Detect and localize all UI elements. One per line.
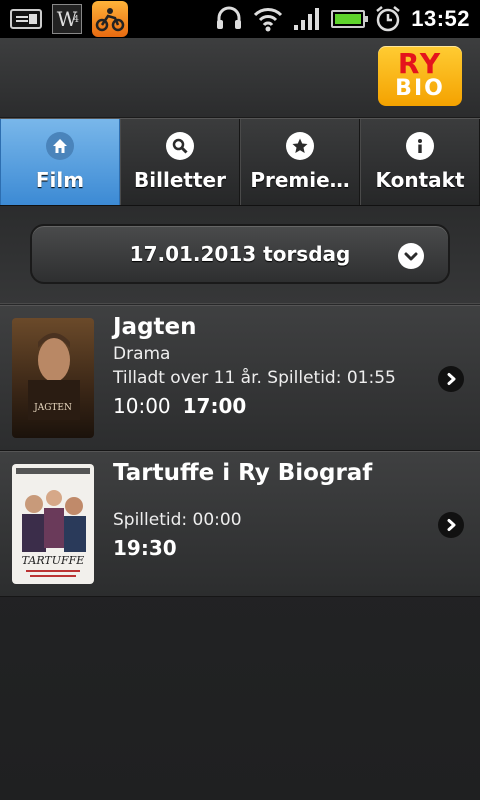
date-selector-area: 17.01.2013 torsdag — [0, 206, 480, 304]
movie-poster: TARTUFFE — [12, 464, 94, 584]
chevron-right-icon[interactable] — [438, 366, 464, 392]
showtime[interactable]: 10:00 — [113, 394, 171, 418]
alarm-icon — [376, 6, 400, 32]
movie-title: Tartuffe i Ry Biograf — [113, 460, 373, 486]
svg-text:JAGTEN: JAGTEN — [33, 403, 72, 413]
movie-poster: JAGTEN — [12, 318, 94, 438]
svg-text:TARTUFFE: TARTUFFE — [22, 554, 85, 567]
showtimes: 19:30 — [113, 536, 177, 560]
clock-text: 13:52 — [411, 6, 470, 31]
notification-w-icon: W4 — [52, 4, 82, 34]
showtime[interactable]: 17:00 — [183, 394, 247, 418]
tab-bar: Film Billetter Premie… Kontakt — [0, 118, 480, 206]
app-header: RY BIO — [0, 38, 480, 118]
list-item[interactable]: TARTUFFE Tartuffe i Ry Biograf Spilletid… — [0, 451, 480, 597]
tab-premiere[interactable]: Premie… — [240, 119, 360, 205]
status-bar: W4 13:52 — [0, 0, 480, 38]
notification-app-icon — [92, 1, 128, 37]
date-dropdown[interactable]: 17.01.2013 torsdag — [30, 224, 450, 284]
headset-icon — [217, 6, 242, 29]
tab-billetter[interactable]: Billetter — [120, 119, 240, 205]
battery-icon — [331, 10, 369, 28]
movie-info: Tilladt over 11 år. Spilletid: 01:55 — [113, 368, 396, 388]
rybio-logo[interactable]: RY BIO — [378, 46, 462, 106]
tab-film[interactable]: Film — [0, 119, 120, 205]
chevron-right-icon[interactable] — [438, 512, 464, 538]
chevron-down-icon — [398, 243, 424, 269]
showtime[interactable]: 19:30 — [113, 536, 177, 560]
list-item[interactable]: JAGTEN Jagten Drama Tilladt over 11 år. … — [0, 305, 480, 451]
showtimes: 10:00 17:00 — [113, 394, 246, 418]
signal-icon — [294, 8, 320, 30]
wifi-icon — [254, 8, 283, 32]
notification-keyboard-icon — [10, 9, 42, 29]
movie-genre: Drama — [113, 344, 171, 364]
star-icon — [286, 132, 314, 160]
movie-info: Spilletid: 00:00 — [113, 510, 242, 530]
home-icon — [46, 132, 74, 160]
movie-title: Jagten — [113, 314, 197, 340]
search-icon — [166, 132, 194, 160]
tab-kontakt[interactable]: Kontakt — [360, 119, 480, 205]
movie-list: JAGTEN Jagten Drama Tilladt over 11 år. … — [0, 305, 480, 597]
date-value: 17.01.2013 torsdag — [129, 242, 351, 266]
info-icon — [406, 132, 434, 160]
